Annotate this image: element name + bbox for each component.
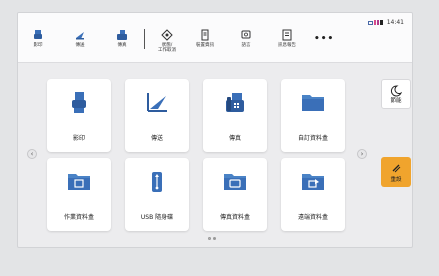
- folder-icon: [302, 95, 324, 111]
- top-toolbar: 14:41 影印 傳送 傳真 狀態/ 工作取消 裝置資訊 語言 訊息報告 •••: [18, 13, 412, 63]
- reset-pencil-icon: [392, 164, 401, 173]
- tile-job-box-label: 作業資料盒: [63, 214, 94, 221]
- clock: 14:41: [386, 19, 404, 26]
- touch-panel-screen: 14:41 影印 傳送 傳真 狀態/ 工作取消 裝置資訊 語言 訊息報告 •••…: [17, 12, 413, 248]
- page-indicator: [208, 237, 216, 240]
- tile-job-box[interactable]: 作業資料盒: [47, 158, 111, 231]
- tile-send-label: 傳送: [150, 135, 163, 142]
- fax-icon: [226, 93, 244, 112]
- page-right-arrow[interactable]: ›: [357, 149, 367, 159]
- toolbar-status-label: 狀態/ 工作取消: [158, 43, 176, 53]
- status-icons: [367, 20, 383, 25]
- remote-box-icon: [302, 174, 324, 190]
- toolbar-copy-label: 影印: [33, 43, 43, 48]
- tile-send[interactable]: 傳送: [125, 79, 189, 152]
- copy-icon: [72, 92, 86, 113]
- message-report-icon: [282, 29, 292, 41]
- toolbar-device-info-label: 裝置資訊: [196, 43, 214, 48]
- more-menu-button[interactable]: •••: [314, 35, 334, 44]
- fax-icon: [117, 30, 127, 40]
- toolbar-send-label: 傳送: [75, 43, 85, 48]
- toner-magenta-icon: [373, 20, 376, 25]
- energy-saver-label: 節能: [390, 98, 402, 104]
- toner-black-icon: [379, 20, 383, 25]
- tile-fax-box-label: 傳真資料盒: [219, 214, 250, 221]
- tile-custom-box[interactable]: 自訂資料盒: [281, 79, 345, 152]
- language-icon: [241, 30, 251, 39]
- tile-fax-box[interactable]: 傳真資料盒: [203, 158, 267, 231]
- device-info-icon: [201, 29, 209, 41]
- tile-fax[interactable]: 傳真: [203, 79, 267, 152]
- tile-usb-drive-label: USB 隨身碟: [140, 214, 174, 221]
- send-icon: [147, 93, 167, 112]
- toolbar-send-button[interactable]: 傳送: [74, 29, 86, 48]
- copy-icon: [34, 30, 42, 39]
- toolbar-language-button[interactable]: 語言: [240, 29, 252, 48]
- tile-copy-label: 影印: [72, 135, 85, 142]
- toolbar-language-label: 語言: [241, 43, 251, 48]
- toolbar-message-report-label: 訊息報告: [278, 43, 296, 48]
- reset-button[interactable]: 重設: [381, 157, 411, 187]
- usb-icon: [152, 172, 162, 192]
- toolbar-fax-label: 傳真: [117, 43, 127, 48]
- tile-custom-box-label: 自訂資料盒: [297, 135, 328, 142]
- fax-box-icon: [224, 174, 246, 190]
- toolbar-device-info-button[interactable]: 裝置資訊: [196, 29, 214, 48]
- reset-label: 重設: [390, 177, 402, 183]
- page-dot-1[interactable]: [208, 237, 211, 240]
- job-box-icon: [68, 174, 90, 190]
- tile-remote-box[interactable]: 遠端資料盒: [281, 158, 345, 231]
- status-bar: 14:41: [367, 19, 404, 26]
- toolbar-fax-button[interactable]: 傳真: [116, 29, 128, 48]
- page-left-arrow[interactable]: ‹: [27, 149, 37, 159]
- page-dot-2[interactable]: [213, 237, 216, 240]
- toner-cyan-icon: [376, 20, 379, 25]
- toolbar-message-report-button[interactable]: 訊息報告: [278, 29, 296, 48]
- tile-usb-drive[interactable]: USB 隨身碟: [125, 158, 189, 231]
- send-icon: [76, 32, 84, 40]
- toolbar-status-job-cancel-button[interactable]: 狀態/ 工作取消: [158, 29, 176, 53]
- tile-copy[interactable]: 影印: [47, 79, 111, 152]
- network-status-icon: [367, 20, 373, 25]
- tile-fax-label: 傳真: [228, 135, 241, 142]
- tile-remote-box-label: 遠端資料盒: [297, 214, 328, 221]
- toolbar-copy-button[interactable]: 影印: [32, 29, 44, 48]
- status-diamond-icon: [161, 29, 173, 41]
- energy-saver-button[interactable]: 節能: [381, 79, 411, 109]
- toolbar-divider: [144, 29, 145, 49]
